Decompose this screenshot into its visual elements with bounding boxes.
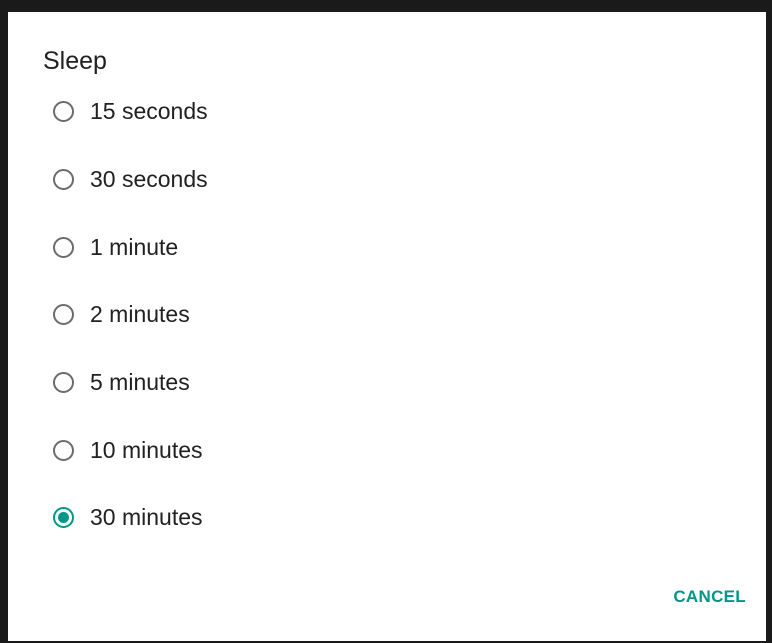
- option-label: 10 minutes: [90, 436, 203, 463]
- option-label: 5 minutes: [90, 369, 190, 396]
- radio-button-icon[interactable]: [53, 372, 74, 394]
- option-label: 30 seconds: [90, 166, 208, 193]
- radio-button-icon[interactable]: [53, 507, 74, 529]
- cancel-button[interactable]: CANCEL: [673, 587, 746, 607]
- radio-button-icon[interactable]: [53, 304, 74, 326]
- option-30-minutes[interactable]: 30 minutes: [8, 484, 766, 552]
- radio-selected-dot: [58, 512, 69, 524]
- option-label: 2 minutes: [90, 301, 190, 328]
- radio-button-icon[interactable]: [53, 169, 74, 191]
- option-label: 1 minute: [90, 233, 179, 260]
- option-10-minutes[interactable]: 10 minutes: [8, 416, 766, 484]
- option-2-minutes[interactable]: 2 minutes: [8, 281, 766, 349]
- radio-button-icon[interactable]: [53, 236, 74, 258]
- option-30-seconds[interactable]: 30 seconds: [8, 146, 766, 214]
- option-label: 15 seconds: [90, 98, 208, 125]
- dialog-title: Sleep: [43, 47, 107, 75]
- option-label: 30 minutes: [90, 504, 203, 531]
- sleep-dialog: Sleep 15 seconds 30 seconds 1 minute 2 m…: [8, 12, 766, 641]
- radio-button-icon[interactable]: [53, 101, 74, 123]
- option-5-minutes[interactable]: 5 minutes: [8, 349, 766, 417]
- sleep-options-list: 15 seconds 30 seconds 1 minute 2 minutes…: [8, 78, 766, 552]
- option-1-minute[interactable]: 1 minute: [8, 213, 766, 281]
- radio-button-icon[interactable]: [53, 439, 74, 461]
- option-15-seconds[interactable]: 15 seconds: [8, 78, 766, 146]
